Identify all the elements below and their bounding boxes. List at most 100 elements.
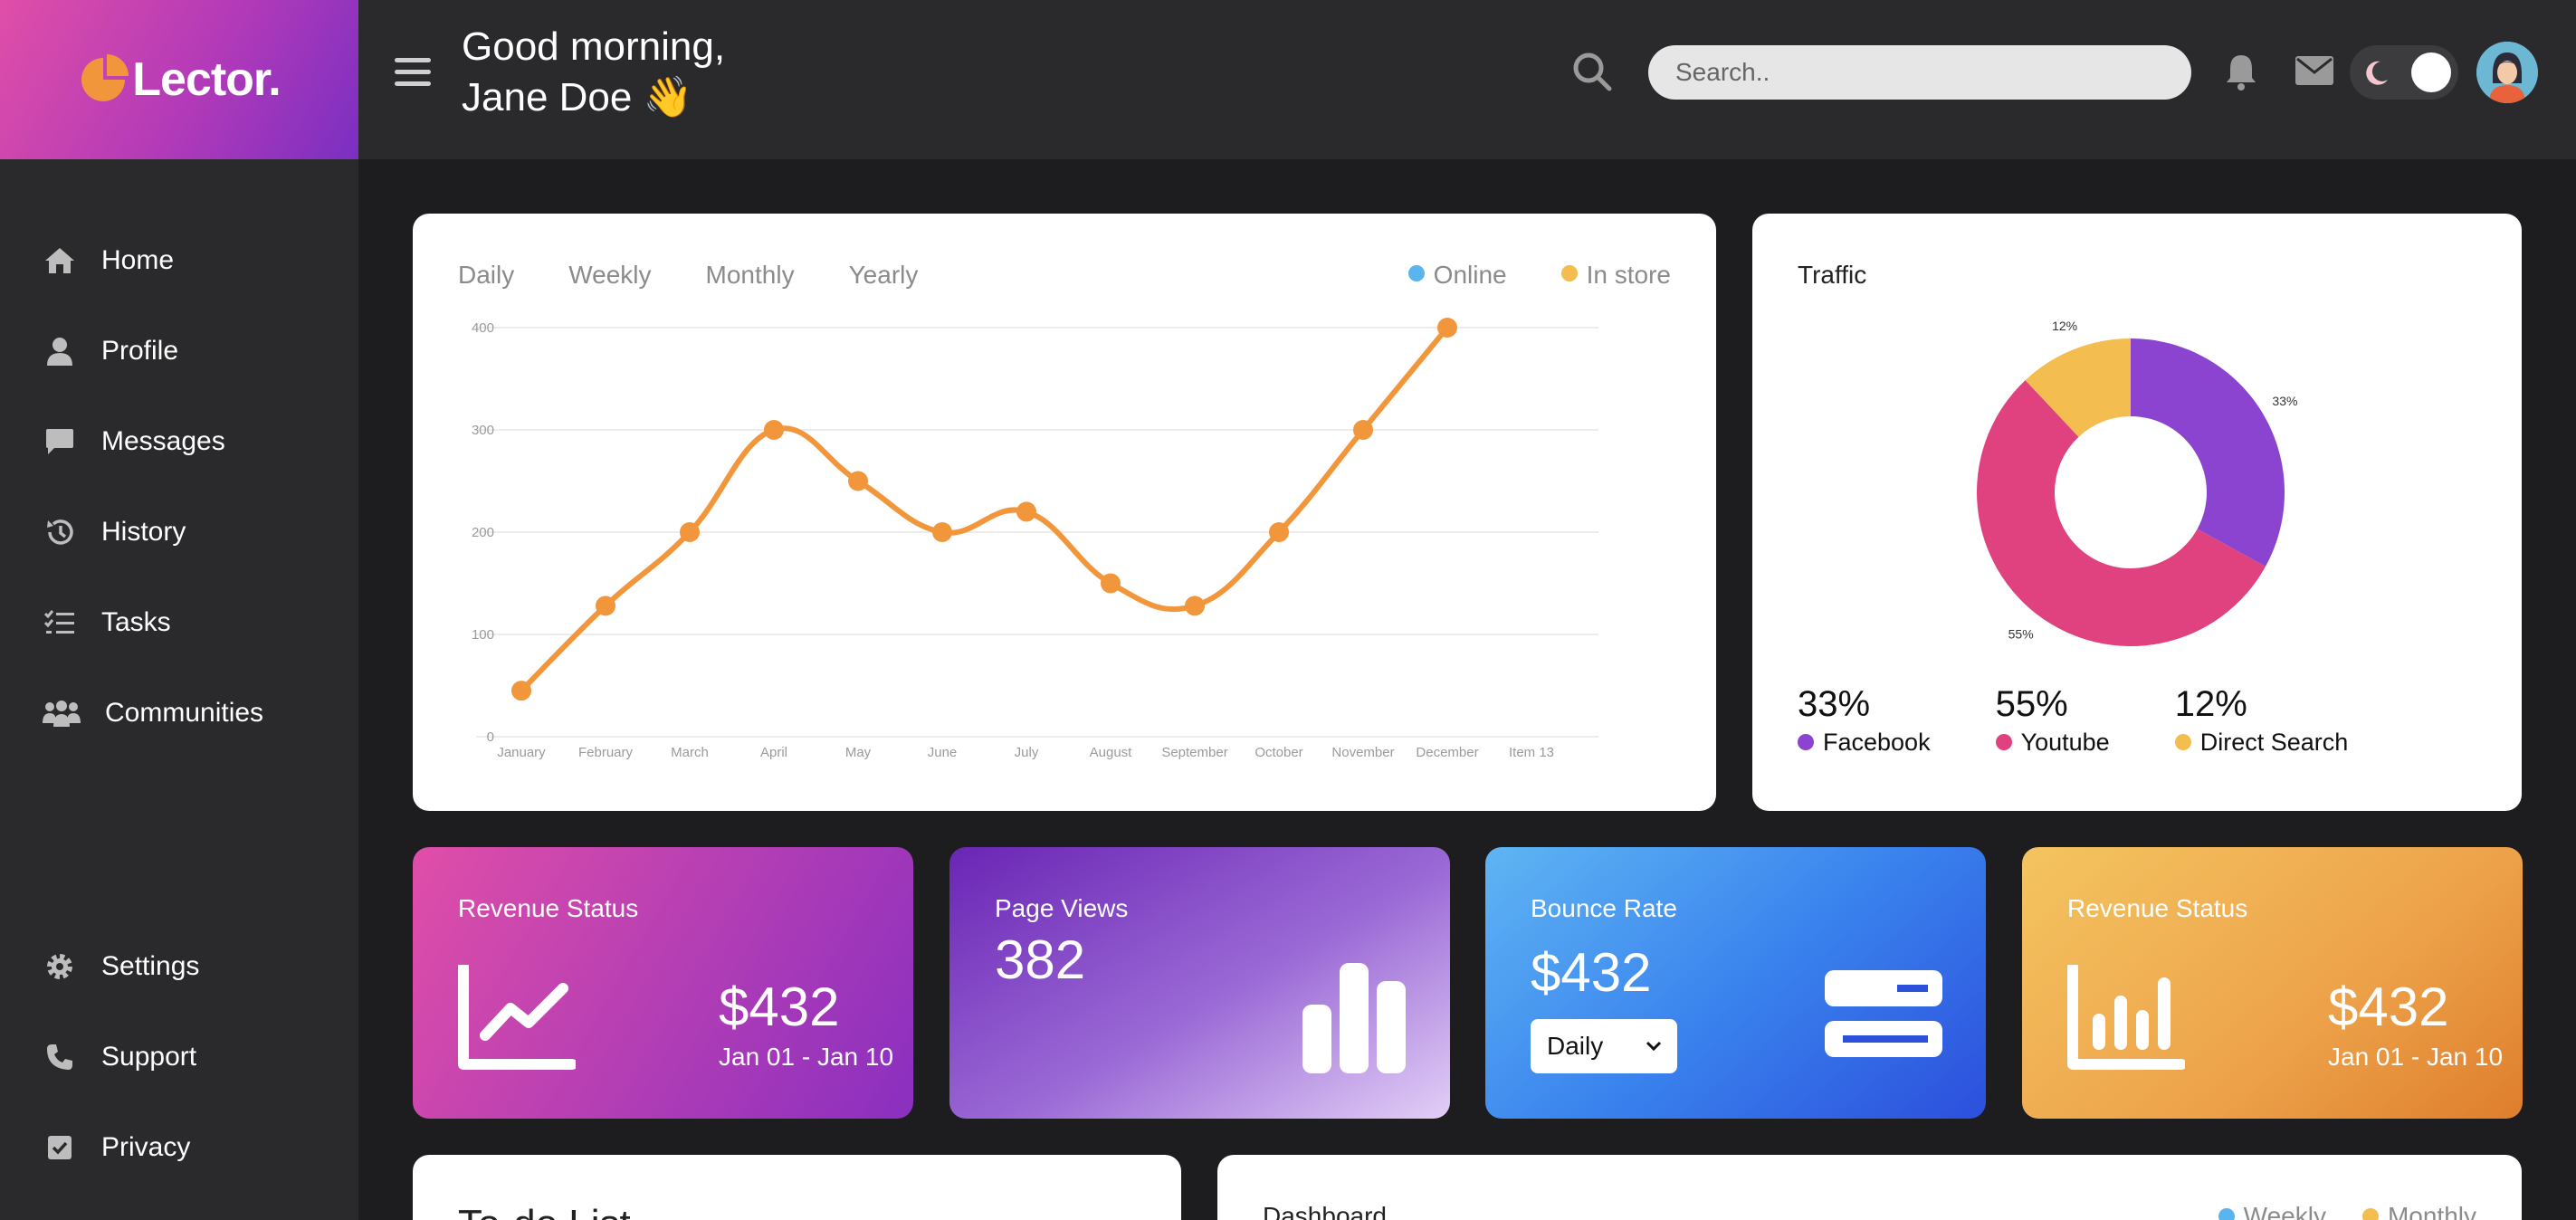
sidebar-item-profile[interactable]: Profile [42,333,178,369]
x-tick-label: October [1255,745,1302,760]
sidebar-item-communities[interactable]: Communities [42,695,263,731]
gear-icon [42,948,78,985]
card-title: Bounce Rate [1531,894,1677,922]
sidebar-item-messages[interactable]: Messages [42,424,225,460]
data-point [1437,318,1457,338]
legend-dot [1798,734,1814,750]
data-point [1269,522,1289,542]
sidebar-item-privacy[interactable]: Privacy [42,1129,190,1166]
card-title: Revenue Status [2067,894,2248,922]
x-tick-label: June [928,745,958,760]
logo-text: Lector. [132,53,281,106]
mail-icon[interactable] [2295,56,2333,90]
greeting-line2: Jane Doe 👋 [462,75,693,119]
slice-label: 33% [2272,394,2297,408]
traffic-stats: 33% Facebook 55% Youtube 12% Direct Sear… [1798,684,2413,757]
traffic-card: Traffic 33% 55% 12% 33% Facebook 55% Youtu… [1752,214,2522,811]
sidebar-item-label: Tasks [101,607,171,637]
topbar: Good morning, Jane Doe 👋 [358,0,2576,159]
bounce-rate-card[interactable]: Bounce Rate $432 Daily [1485,847,1986,1119]
page-views-card[interactable]: Page Views 382 [949,847,1450,1119]
legend-dot [2218,1208,2235,1220]
todo-list-card: To-do List [413,1155,1181,1220]
x-tick-label: July [1015,745,1039,760]
line-chart: 0 100 200 300 400 January February March April Ma… [472,318,1598,760]
checkbox-icon [42,1129,78,1166]
history-icon [42,514,78,550]
x-tick-label: February [578,745,634,760]
search-input[interactable] [1648,45,2191,100]
x-tick-label: Item 13 [1509,745,1554,760]
card-list-icon [1825,970,1942,1057]
home-icon [42,243,78,279]
legend-monthly[interactable]: Monthly [2361,1202,2476,1220]
sidebar-item-tasks[interactable]: Tasks [42,605,171,641]
sidebar-item-label: Messages [101,426,225,456]
stat-label: Facebook [1823,729,1931,756]
period-select[interactable]: Daily [1531,1019,1677,1073]
chevron-down-icon [1646,1041,1662,1052]
card-value: $432 [1531,942,1652,1003]
x-tick-label: August [1090,745,1133,760]
greeting-line1: Good morning, [462,24,726,69]
stat-percent: 55% [1995,684,2068,724]
card-date-range: Jan 01 - Jan 10 [2328,1043,2504,1071]
sidebar-item-label: Support [101,1042,197,1072]
card-value: $432 [719,977,840,1037]
x-tick-label: January [497,745,546,760]
traffic-donut-chart: 33% 55% 12% [1977,319,2297,646]
data-point [1101,573,1121,594]
dashboard-legend: Weekly Monthly [2218,1202,2476,1220]
y-tick-label: 400 [472,320,494,336]
select-value: Daily [1547,1032,1604,1060]
traffic-stat-youtube: 55% Youtube [1995,684,2110,757]
y-tick-label: 200 [472,525,494,540]
search-icon[interactable] [1571,51,1613,97]
traffic-stat-facebook: 33% Facebook [1798,684,1931,757]
series-line [519,325,1450,694]
sidebar-item-label: Settings [101,951,200,981]
moon-icon [2366,61,2388,85]
legend-label: Weekly [2243,1202,2326,1220]
bell-icon[interactable] [2225,52,2257,95]
sidebar-item-settings[interactable]: Settings [42,948,199,985]
trend-chart-icon [458,965,576,1070]
card-value: 382 [995,929,1086,990]
sidebar-item-history[interactable]: History [42,514,186,550]
data-point [1353,420,1373,440]
x-tick-label: May [845,745,872,760]
dashboard-title: Dashboard [1263,1202,1387,1220]
avatar[interactable] [2476,42,2538,103]
legend-weekly[interactable]: Weekly [2218,1202,2326,1220]
sidebar-item-label: Privacy [101,1132,191,1162]
menu-icon[interactable] [395,58,431,87]
stat-label: Direct Search [2199,729,2349,756]
revenue-status-card[interactable]: Revenue Status $432 Jan 01 - Jan 10 [413,847,913,1119]
x-tick-label: March [671,745,709,760]
donut-slice [2131,338,2285,567]
y-tick-label: 100 [472,627,494,643]
x-tick-label: April [760,745,787,760]
sidebar-item-support[interactable]: Support [42,1039,196,1075]
card-title: Page Views [995,894,1129,922]
x-tick-label: November [1331,745,1394,760]
data-point [596,596,615,616]
sales-chart-card: Daily Weekly Monthly Yearly Online In st… [413,214,1716,811]
card-date-range: Jan 01 - Jan 10 [719,1043,894,1071]
logo-pie-icon [81,54,129,101]
stat-percent: 33% [1798,684,1871,724]
data-point [848,471,868,491]
revenue-status-card-2[interactable]: Revenue Status $432 Jan 01 - Jan 10 [2022,847,2523,1119]
logo[interactable]: Lector. [0,0,358,159]
legend-dot [2174,734,2191,750]
stat-label: Youtube [2020,729,2110,756]
sidebar-item-home[interactable]: Home [42,243,174,279]
y-tick-label: 300 [472,423,494,438]
data-point [932,522,952,542]
sidebar-item-label: Home [101,245,175,275]
x-tick-label: December [1416,745,1478,760]
bar-chart-icon [1302,963,1406,1073]
dark-mode-toggle[interactable] [2350,45,2458,100]
toggle-knob [2411,52,2451,92]
x-tick-label: September [1161,745,1227,760]
